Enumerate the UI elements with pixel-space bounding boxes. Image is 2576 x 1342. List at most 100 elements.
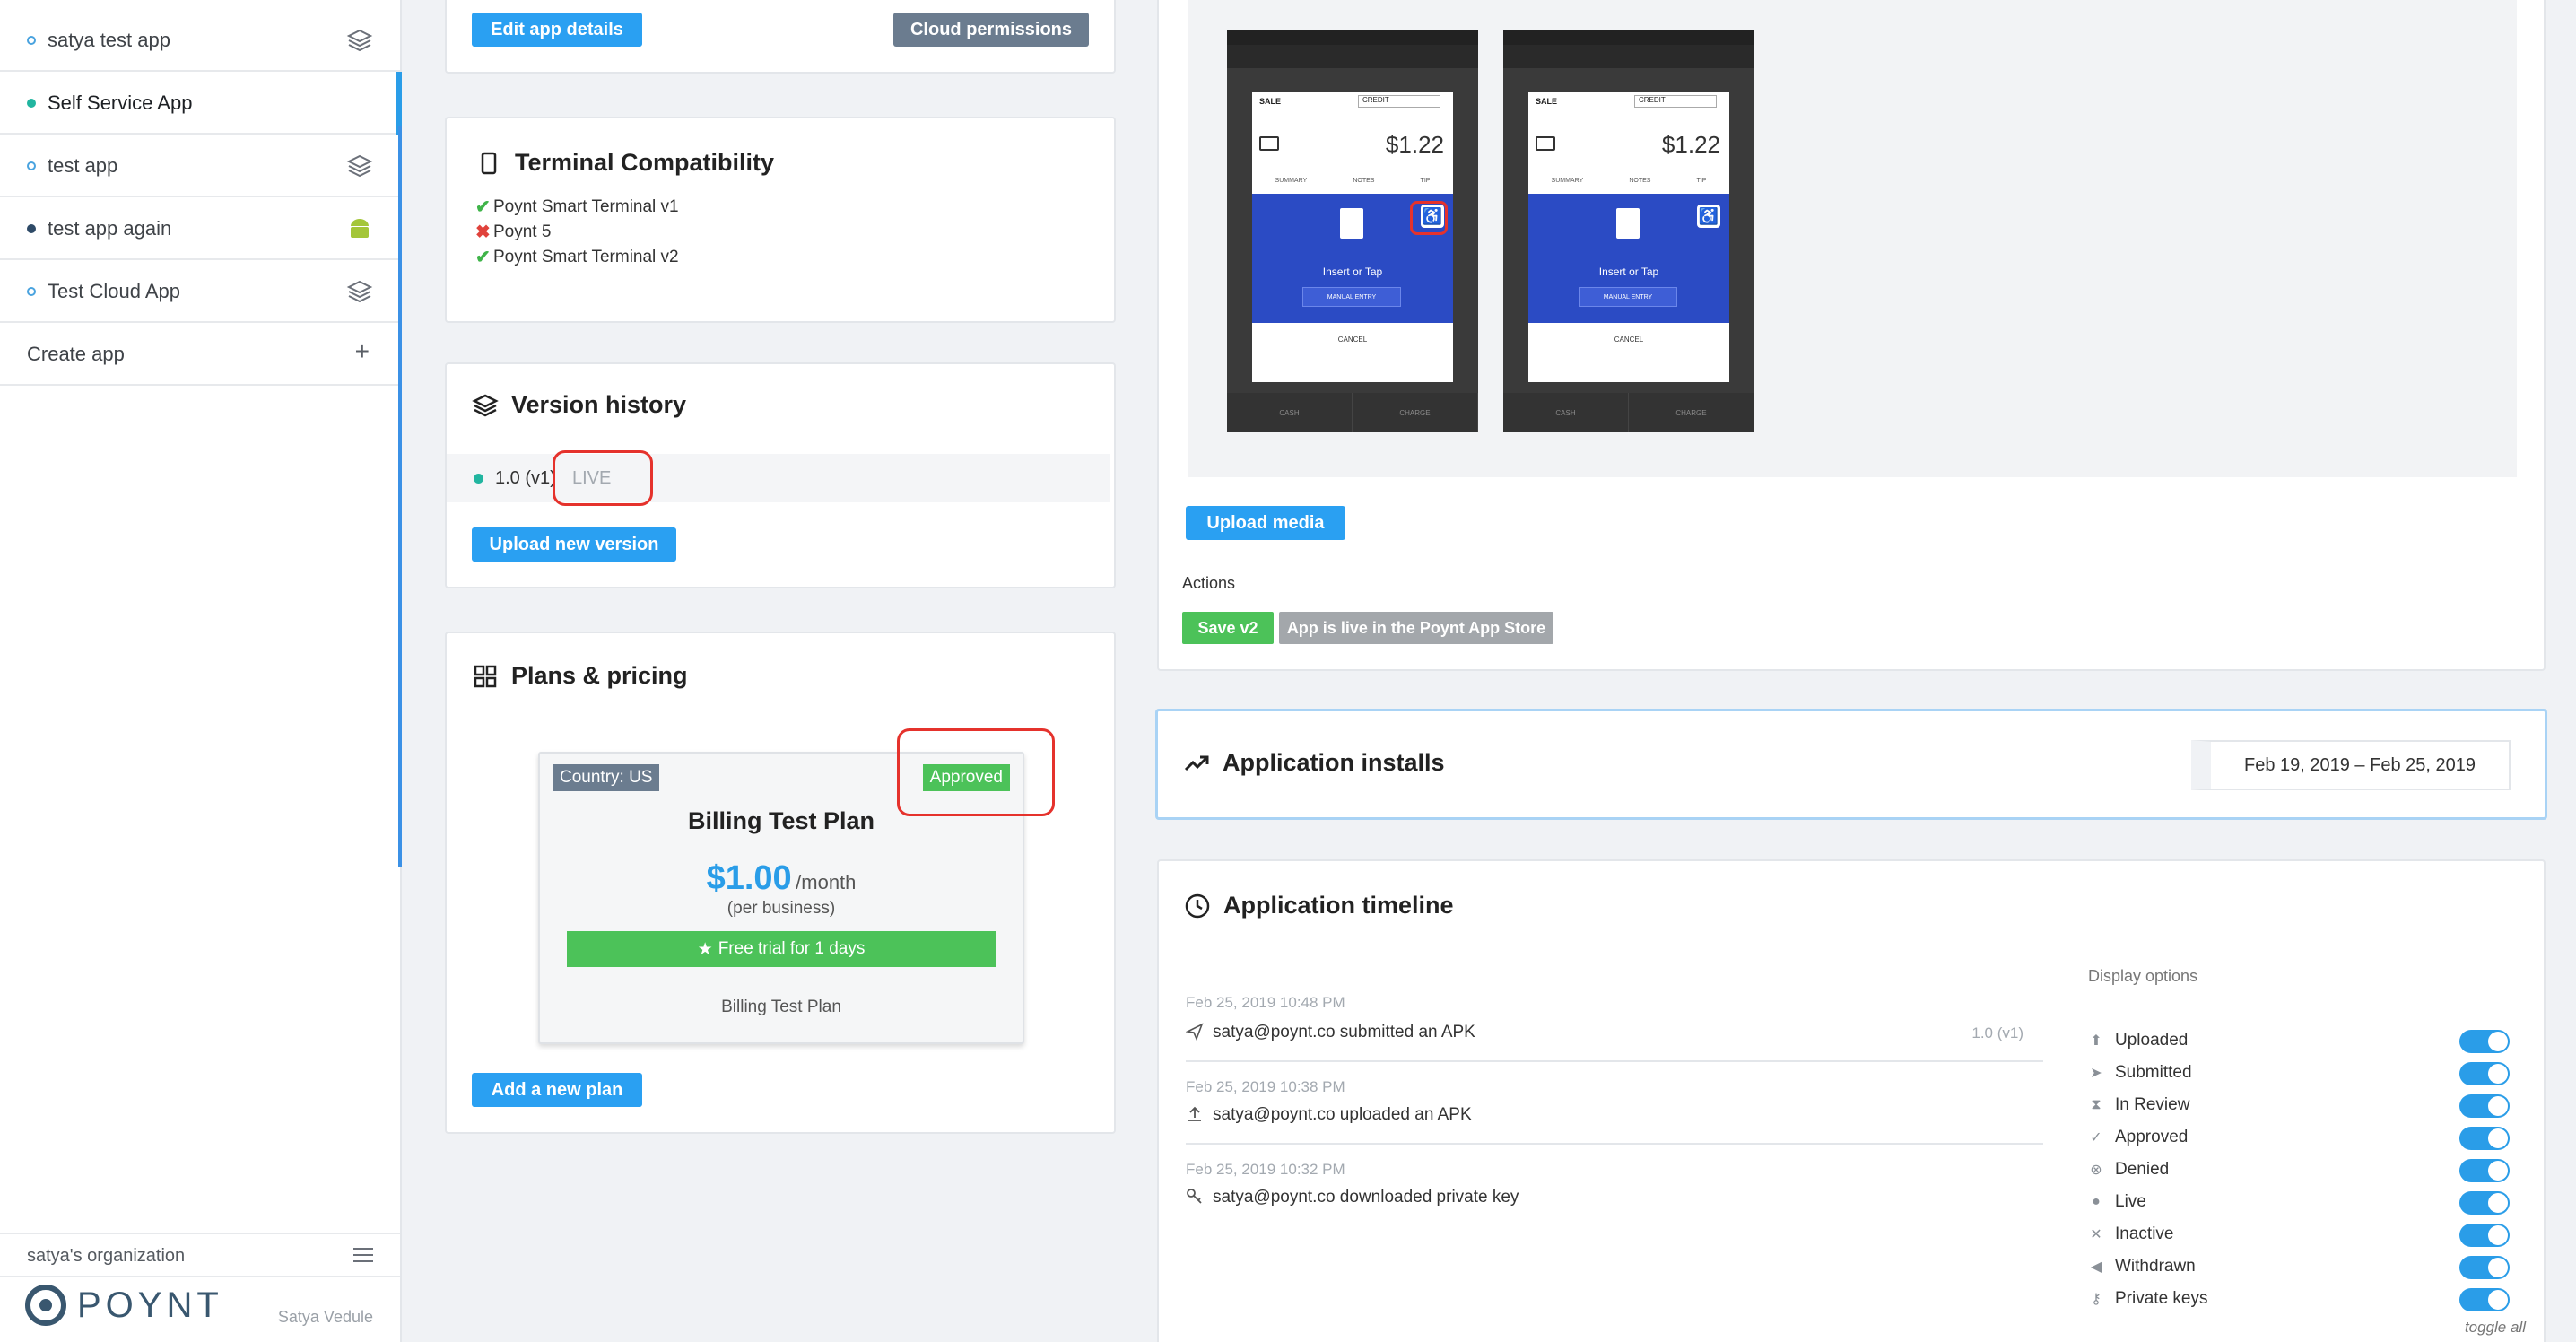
phone-tabs: SUMMARY NOTES TIP xyxy=(1528,178,1729,184)
tablet-icon xyxy=(481,152,497,174)
user-name[interactable]: Satya Vedule xyxy=(278,1308,373,1327)
check-icon: ✔ xyxy=(475,197,491,217)
price-basis: (per business) xyxy=(727,899,836,918)
application-installs-card: Application installs Feb 19, 2019 – Feb … xyxy=(1155,709,2547,820)
version-history-title: Version history xyxy=(511,391,687,418)
event-timestamp: Feb 25, 2019 10:38 PM xyxy=(1186,1078,1345,1095)
option-label: Uploaded xyxy=(2115,1031,2189,1050)
sidebar-item-label: Test Cloud App xyxy=(48,280,180,302)
toggle-all-link[interactable]: toggle all xyxy=(2465,1319,2526,1337)
sidebar-item-test-app[interactable]: test app xyxy=(0,135,400,197)
phone-tab: NOTES xyxy=(1629,178,1651,184)
toggle-switch[interactable] xyxy=(2459,1256,2510,1279)
sidebar-item-label: test app again xyxy=(48,217,172,240)
plan-footer: Billing Test Plan xyxy=(721,998,841,1016)
toggle-switch[interactable] xyxy=(2459,1224,2510,1247)
save-version-button[interactable]: Save v2 xyxy=(1182,612,1274,644)
app-bar xyxy=(1227,45,1478,68)
compat-item-label: Poynt Smart Terminal v1 xyxy=(493,196,679,216)
trending-up-icon xyxy=(1184,755,1209,771)
version-history-card: Version history 1.0 (v1) LIVE Upload new… xyxy=(445,362,1116,588)
media-gallery: SALE CREDIT $1.22 SUMMARY NOTES TIP ♿ In… xyxy=(1188,0,2517,477)
toggle-switch[interactable] xyxy=(2459,1191,2510,1215)
charge-label: CHARGE xyxy=(1629,393,1754,432)
sidebar-item-label: satya test app xyxy=(48,29,170,51)
cloud-permissions-button[interactable]: Cloud permissions xyxy=(893,13,1089,47)
cash-label: CASH xyxy=(1227,393,1353,432)
event-timestamp: Feb 25, 2019 10:48 PM xyxy=(1186,994,1345,1011)
display-option-denied: ⊗ Denied xyxy=(2088,1157,2510,1182)
sale-label: SALE xyxy=(1259,97,1282,106)
poynt-logo-icon xyxy=(25,1285,66,1326)
date-range-picker[interactable]: Feb 19, 2019 – Feb 25, 2019 xyxy=(2191,740,2511,790)
free-trial-banner: ★ Free trial for 1 days xyxy=(567,931,996,967)
card-reader-panel: ♿ Insert or Tap MANUAL ENTRY xyxy=(1528,194,1729,323)
event-text: satya@poynt.co submitted an APK xyxy=(1213,1023,1475,1041)
toggle-switch[interactable] xyxy=(2459,1127,2510,1150)
highlight-annotation xyxy=(553,450,653,506)
organization-switcher[interactable]: satya's organization xyxy=(0,1233,400,1277)
grid-icon xyxy=(474,665,497,687)
terminal-compatibility-card: Terminal Compatibility ✔ Poynt Smart Ter… xyxy=(445,117,1116,323)
send-icon xyxy=(1186,1023,1204,1041)
sidebar: satya test app Self Service App test app… xyxy=(0,0,402,1342)
event-text: satya@poynt.co uploaded an APK xyxy=(1213,1105,1472,1124)
rewind-icon: ◀ xyxy=(2090,1259,2102,1275)
sidebar-item-satya-test-app[interactable]: satya test app xyxy=(0,9,400,72)
charge-label: CHARGE xyxy=(1353,393,1478,432)
plus-icon: + xyxy=(354,337,370,365)
phone-bottom-bar: CASH CHARGE xyxy=(1227,393,1478,432)
hourglass-icon: ⧗ xyxy=(2091,1097,2102,1112)
payment-sheet: SALE CREDIT $1.22 SUMMARY NOTES TIP ♿ In… xyxy=(1252,92,1453,382)
organization-label: satya's organization xyxy=(27,1246,186,1266)
create-app-button[interactable]: Create app + xyxy=(0,323,400,386)
display-option-submitted: ➤ Submitted xyxy=(2088,1060,2510,1085)
highlight-annotation xyxy=(897,728,1055,816)
option-label: Live xyxy=(2115,1192,2146,1211)
price-amount: $1.00 xyxy=(706,859,792,897)
key-icon: ⚷ xyxy=(2091,1292,2102,1307)
upload-new-version-button[interactable]: Upload new version xyxy=(472,527,676,562)
display-option-in-review: ⧗ In Review xyxy=(2088,1093,2510,1118)
toggle-switch[interactable] xyxy=(2459,1159,2510,1182)
sale-label: SALE xyxy=(1536,97,1558,106)
status-bar xyxy=(1503,30,1754,45)
toggle-switch[interactable] xyxy=(2459,1062,2510,1085)
layers-icon xyxy=(346,29,373,52)
phone-tab: TIP xyxy=(1420,178,1431,184)
toggle-switch[interactable] xyxy=(2459,1288,2510,1312)
divider xyxy=(1186,1143,2043,1145)
layers-icon xyxy=(346,280,373,303)
display-option-private-keys: ⚷ Private keys xyxy=(2088,1286,2510,1312)
compat-item-label: Poynt Smart Terminal v2 xyxy=(493,247,679,266)
screenshot-thumbnail[interactable]: SALE CREDIT $1.22 SUMMARY NOTES TIP ♿ In… xyxy=(1227,30,1478,432)
edit-app-details-button[interactable]: Edit app details xyxy=(472,13,642,47)
payment-sheet: SALE CREDIT $1.22 SUMMARY NOTES TIP ♿ In… xyxy=(1528,92,1729,382)
add-new-plan-button[interactable]: Add a new plan xyxy=(472,1073,642,1107)
upload-media-button[interactable]: Upload media xyxy=(1186,506,1345,540)
sidebar-item-test-cloud-app[interactable]: Test Cloud App xyxy=(0,260,400,323)
event-text: satya@poynt.co downloaded private key xyxy=(1213,1188,1519,1207)
cancel-label: CANCEL xyxy=(1337,336,1368,344)
version-row[interactable]: 1.0 (v1) LIVE xyxy=(447,454,1110,502)
sidebar-item-label: Self Service App xyxy=(48,92,193,114)
sidebar-item-label: test app xyxy=(48,154,118,177)
screenshot-thumbnail[interactable]: SALE CREDIT $1.22 SUMMARY NOTES TIP ♿ In… xyxy=(1503,30,1754,432)
layers-icon xyxy=(346,154,373,178)
menu-icon[interactable] xyxy=(353,1247,373,1263)
clock-icon xyxy=(1185,893,1210,918)
toggle-switch[interactable] xyxy=(2459,1030,2510,1053)
sidebar-item-test-app-again[interactable]: test app again xyxy=(0,197,400,260)
manual-entry-label: MANUAL ENTRY xyxy=(1579,287,1677,307)
display-option-live: ● Live xyxy=(2088,1190,2510,1215)
compat-item: ✖ Poynt 5 xyxy=(475,221,551,243)
free-trial-label: Free trial for 1 days xyxy=(718,939,866,958)
sidebar-item-self-service-app[interactable]: Self Service App xyxy=(0,72,402,135)
highlight-annotation xyxy=(1410,201,1448,235)
check-icon: ✔ xyxy=(475,248,491,267)
status-dot xyxy=(27,99,36,108)
card-icon xyxy=(1536,136,1555,151)
toggle-switch[interactable] xyxy=(2459,1094,2510,1118)
plans-pricing-card: Plans & pricing Country: US Approved Bil… xyxy=(445,632,1116,1134)
phone-tab: TIP xyxy=(1696,178,1707,184)
